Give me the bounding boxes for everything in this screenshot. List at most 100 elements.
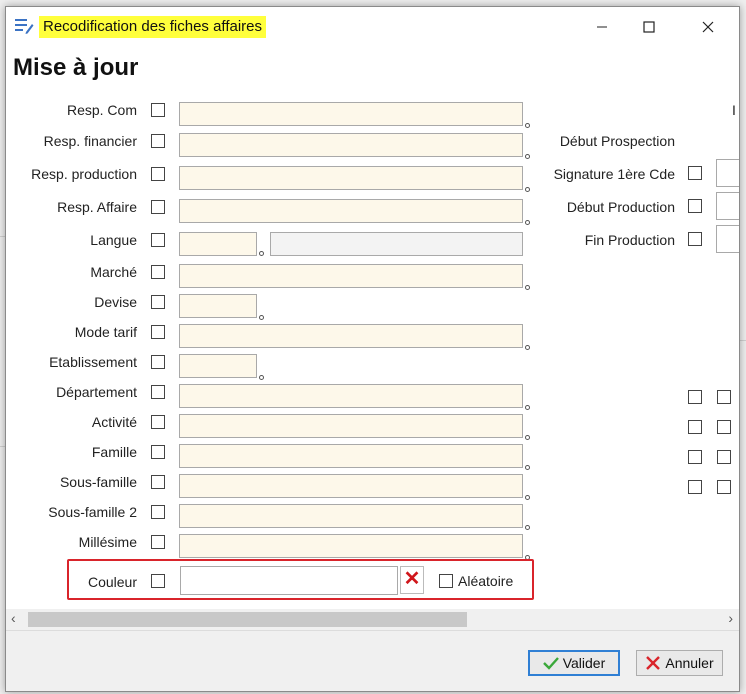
checkbox-extra-1a[interactable] <box>688 390 702 404</box>
checkbox-extra-4b[interactable] <box>717 480 731 494</box>
field-famille[interactable] <box>179 444 523 468</box>
lookup-pin-icon[interactable] <box>525 405 530 410</box>
lookup-pin-icon[interactable] <box>259 251 264 256</box>
lookup-pin-icon[interactable] <box>525 465 530 470</box>
edit-list-icon <box>15 19 34 34</box>
label-aleatoire: Aléatoire <box>458 573 514 589</box>
title-bar: Recodification des fiches affaires <box>6 7 739 47</box>
validate-button[interactable]: Valider <box>528 650 620 676</box>
close-icon <box>702 21 714 33</box>
dialog-footer: Valider Annuler <box>6 630 739 691</box>
label-mode-tarif: Mode tarif <box>74 324 137 340</box>
checkbox-departement[interactable] <box>151 385 165 399</box>
checkbox-extra-3b[interactable] <box>717 450 731 464</box>
scrollbar-thumb[interactable] <box>28 612 467 627</box>
scroll-left-icon[interactable]: ‹ <box>11 610 16 626</box>
field-sous-famille-2[interactable] <box>179 504 523 528</box>
checkbox-resp-production[interactable] <box>151 167 165 181</box>
checkbox-signature-1ere-cde[interactable] <box>688 166 702 180</box>
checkbox-millesime[interactable] <box>151 535 165 549</box>
label-fin-production: Fin Production <box>584 232 675 248</box>
label-marche: Marché <box>90 264 137 280</box>
date-signature-1ere-cde[interactable] <box>716 159 739 187</box>
field-langue-libelle <box>270 232 523 256</box>
field-resp-production[interactable] <box>179 166 523 190</box>
lookup-pin-icon[interactable] <box>259 315 264 320</box>
field-activite[interactable] <box>179 414 523 438</box>
checkbox-extra-2b[interactable] <box>717 420 731 434</box>
cancel-button[interactable]: Annuler <box>636 650 723 676</box>
checkbox-sous-famille-2[interactable] <box>151 505 165 519</box>
recodification-dialog: Recodification des fiches affaires Mise … <box>5 6 740 692</box>
lookup-pin-icon[interactable] <box>259 375 264 380</box>
checkbox-marche[interactable] <box>151 265 165 279</box>
checkbox-resp-affaire[interactable] <box>151 200 165 214</box>
maximize-button[interactable] <box>629 13 669 41</box>
checkbox-extra-2a[interactable] <box>688 420 702 434</box>
lookup-pin-icon[interactable] <box>525 525 530 530</box>
minimize-icon <box>597 26 607 28</box>
lookup-pin-icon[interactable] <box>525 435 530 440</box>
field-langue-code[interactable] <box>179 232 257 256</box>
date-debut-production[interactable] <box>716 192 739 220</box>
field-couleur[interactable] <box>180 566 398 595</box>
scroll-right-icon[interactable]: › <box>728 610 733 626</box>
field-devise[interactable] <box>179 294 257 318</box>
field-resp-com[interactable] <box>179 102 523 126</box>
checkbox-sous-famille[interactable] <box>151 475 165 489</box>
minimize-button[interactable] <box>582 13 622 41</box>
checkbox-extra-4a[interactable] <box>688 480 702 494</box>
checkbox-resp-financier[interactable] <box>151 134 165 148</box>
validate-label: Valider <box>562 655 606 671</box>
lookup-pin-icon[interactable] <box>525 123 530 128</box>
close-button[interactable] <box>688 13 728 41</box>
label-sous-famille: Sous-famille <box>59 474 137 490</box>
field-departement[interactable] <box>179 384 523 408</box>
field-resp-affaire[interactable] <box>179 199 523 223</box>
checkbox-resp-com[interactable] <box>151 103 165 117</box>
lookup-pin-icon[interactable] <box>525 187 530 192</box>
label-resp-financier: Resp. financier <box>43 133 137 149</box>
clear-x-icon[interactable]: ✕ <box>400 566 424 594</box>
checkbox-debut-production[interactable] <box>688 199 702 213</box>
checkbox-famille[interactable] <box>151 445 165 459</box>
label-activite: Activité <box>91 414 137 430</box>
label-resp-affaire: Resp. Affaire <box>57 199 137 215</box>
checkbox-couleur[interactable] <box>151 574 165 588</box>
field-marche[interactable] <box>179 264 523 288</box>
lookup-pin-icon[interactable] <box>525 495 530 500</box>
horizontal-scrollbar[interactable]: ‹ › <box>6 609 739 630</box>
field-sous-famille[interactable] <box>179 474 523 498</box>
label-devise: Devise <box>94 294 137 310</box>
checkbox-langue[interactable] <box>151 233 165 247</box>
label-couleur: Couleur <box>87 574 137 590</box>
label-debut-prospection: Début Prospection <box>559 133 675 149</box>
checkbox-mode-tarif[interactable] <box>151 325 165 339</box>
label-langue: Langue <box>90 232 137 248</box>
checkbox-activite[interactable] <box>151 415 165 429</box>
field-mode-tarif[interactable] <box>179 324 523 348</box>
field-millesime[interactable] <box>179 534 523 558</box>
checkbox-aleatoire[interactable] <box>439 574 453 588</box>
checkbox-etablissement[interactable] <box>151 355 165 369</box>
label-millesime: Millésime <box>78 534 137 550</box>
label-debut-production: Début Production <box>566 199 675 215</box>
checkbox-extra-3a[interactable] <box>688 450 702 464</box>
field-resp-financier[interactable] <box>179 133 523 157</box>
window-title: Recodification des fiches affaires <box>39 16 267 38</box>
checkbox-extra-1b[interactable] <box>717 390 731 404</box>
label-resp-com: Resp. Com <box>66 102 137 118</box>
lookup-pin-icon[interactable] <box>525 285 530 290</box>
lookup-pin-icon[interactable] <box>525 220 530 225</box>
field-etablissement[interactable] <box>179 354 257 378</box>
checkbox-fin-production[interactable] <box>688 232 702 246</box>
dialog-header: Mise à jour <box>6 47 739 91</box>
label-sous-famille-2: Sous-famille 2 <box>48 504 137 520</box>
clipped-label: I <box>732 102 736 118</box>
lookup-pin-icon[interactable] <box>525 345 530 350</box>
label-departement: Département <box>56 384 137 400</box>
checkbox-devise[interactable] <box>151 295 165 309</box>
label-famille: Famille <box>91 444 137 460</box>
date-fin-production[interactable] <box>716 225 739 253</box>
lookup-pin-icon[interactable] <box>525 154 530 159</box>
